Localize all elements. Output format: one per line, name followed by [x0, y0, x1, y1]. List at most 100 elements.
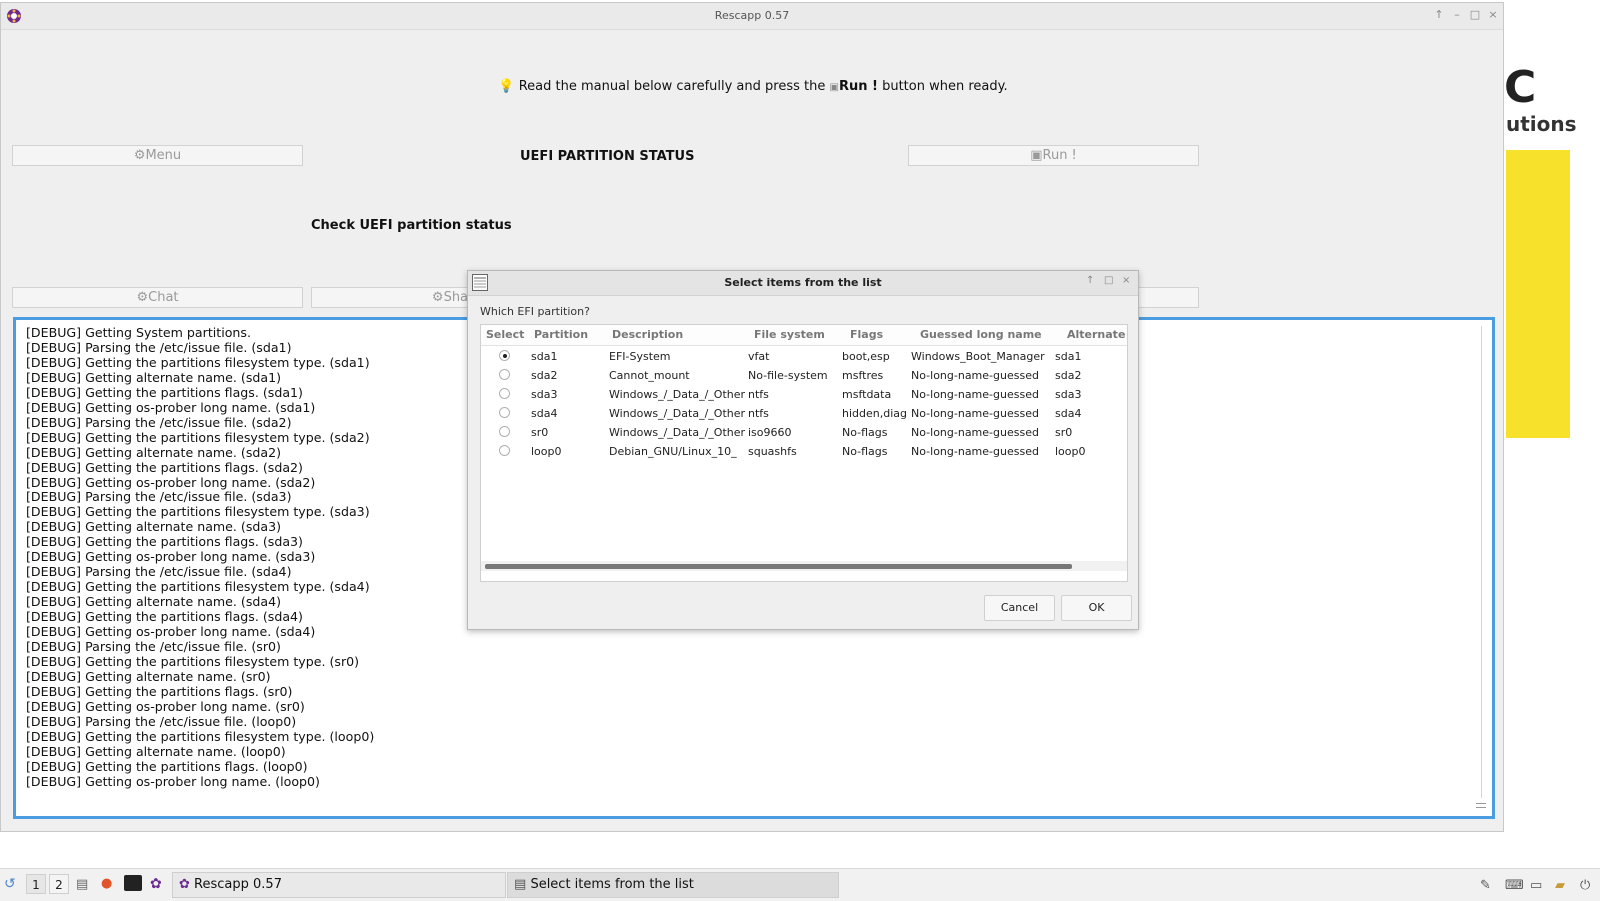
- log-line: [DEBUG] Getting the partitions filesyste…: [26, 579, 370, 595]
- ok-button[interactable]: OK: [1061, 595, 1132, 621]
- power-tray-icon[interactable]: ⏻: [1580, 878, 1590, 893]
- keep-above-button[interactable]: ↑: [1432, 7, 1446, 23]
- background-logo-text: utions: [1506, 112, 1577, 136]
- partition-row[interactable]: sda4 Windows_/_Data_/_Other ntfs hidden,dia…: [481, 404, 1127, 423]
- cell-partition: sr0: [531, 426, 549, 439]
- chat-icon: ⚙: [136, 290, 149, 305]
- workspace-1[interactable]: 1: [26, 874, 46, 894]
- cell-description: Cannot_mount: [609, 369, 690, 382]
- select-radio[interactable]: [499, 445, 510, 456]
- partition-row[interactable]: sr0 Windows_/_Data_/_Other iso9660 No-flags…: [481, 423, 1127, 442]
- header-guessed-long-name[interactable]: Guessed long name: [920, 328, 1042, 341]
- log-line: [DEBUG] Getting os-prober long name. (sd…: [26, 474, 316, 490]
- log-line: [DEBUG] Parsing the /etc/issue file. (sd…: [26, 564, 292, 580]
- dialog-keep-above-icon[interactable]: ↑: [1086, 275, 1094, 286]
- cell-flags: boot,esp: [842, 350, 890, 363]
- select-radio[interactable]: [499, 388, 510, 399]
- keyboard-tray-icon[interactable]: ⌨: [1505, 878, 1524, 893]
- drive-tray-icon[interactable]: ▭: [1530, 878, 1542, 893]
- cell-alternate: sda1: [1055, 350, 1082, 363]
- select-radio[interactable]: [499, 426, 510, 437]
- cell-fs: ntfs: [748, 407, 769, 420]
- header-description[interactable]: Description: [612, 328, 683, 341]
- dialog-titlebar[interactable]: Select items from the list ↑ □ ×: [468, 271, 1138, 296]
- workspace-2[interactable]: 2: [49, 874, 69, 894]
- partition-row[interactable]: sda2 Cannot_mount No-file-system msftres No-…: [481, 366, 1127, 385]
- horizontal-scrollbar-thumb[interactable]: [485, 564, 1072, 569]
- cell-description: Windows_/_Data_/_Other: [609, 388, 746, 401]
- task-rescapp[interactable]: ✿ Rescapp 0.57: [172, 872, 506, 898]
- browser-launcher-icon[interactable]: ●: [101, 876, 112, 891]
- instruction-text: 💡 Read the manual below carefully and pr…: [1, 79, 1505, 94]
- select-radio[interactable]: [499, 369, 510, 380]
- cell-partition: loop0: [531, 445, 562, 458]
- cell-partition: sda1: [531, 350, 558, 363]
- header-flags[interactable]: Flags: [850, 328, 883, 341]
- terminal-launcher-icon[interactable]: [124, 875, 142, 891]
- select-radio[interactable]: [499, 407, 510, 418]
- rescapp-task-icon: ✿: [179, 877, 190, 892]
- cell-partition: sda2: [531, 369, 558, 382]
- cell-flags: msftdata: [842, 388, 892, 401]
- minimize-button[interactable]: –: [1450, 7, 1464, 23]
- folder-tray-icon[interactable]: ▰: [1555, 878, 1565, 893]
- pen-tray-icon[interactable]: ✎: [1480, 878, 1491, 893]
- cell-long-name: No-long-name-guessed: [911, 407, 1039, 420]
- partition-row[interactable]: loop0 Debian_GNU/Linux_10_ squashfs No-flag…: [481, 442, 1127, 461]
- cell-alternate: sda3: [1055, 388, 1082, 401]
- run-icon: ▣: [1030, 148, 1043, 163]
- cancel-button[interactable]: Cancel: [984, 595, 1055, 621]
- cell-fs: No-file-system: [748, 369, 828, 382]
- select-items-dialog: Select items from the list ↑ □ × Which E…: [467, 270, 1139, 630]
- header-select[interactable]: Select: [486, 328, 524, 341]
- header-file-system[interactable]: File system: [754, 328, 825, 341]
- cell-description: Windows_/_Data_/_Other: [609, 407, 746, 420]
- log-line: [DEBUG] Getting System partitions.: [26, 325, 251, 340]
- task-select-items[interactable]: ▤ Select items from the list: [507, 872, 839, 898]
- log-line: [DEBUG] Getting alternate name. (loop0): [26, 743, 286, 759]
- debug-log-text: [DEBUG] Getting System partitions. [DEBUG…: [26, 325, 374, 790]
- header-alternate[interactable]: Alternate: [1067, 328, 1125, 341]
- chat-button[interactable]: ⚙Chat: [12, 287, 303, 308]
- partition-row[interactable]: sda3 Windows_/_Data_/_Other ntfs msftdata No…: [481, 385, 1127, 404]
- select-radio[interactable]: [499, 350, 510, 361]
- dialog-close-icon[interactable]: ×: [1122, 275, 1130, 286]
- log-line: [DEBUG] Getting alternate name. (sda4): [26, 594, 282, 610]
- log-line: [DEBUG] Parsing the /etc/issue file. (sd…: [26, 489, 292, 505]
- cell-flags: msftres: [842, 369, 884, 382]
- maximize-button[interactable]: □: [1468, 7, 1482, 23]
- main-titlebar[interactable]: Rescapp 0.57 ↑ – □ ×: [1, 3, 1503, 30]
- log-line: [DEBUG] Parsing the /etc/issue file. (sr…: [26, 639, 281, 655]
- log-line: [DEBUG] Getting the partitions flags. (s…: [26, 534, 303, 550]
- start-menu-icon[interactable]: ↺: [4, 876, 16, 892]
- cell-alternate: loop0: [1055, 445, 1086, 458]
- menu-icon: ⚙: [133, 148, 146, 163]
- menu-button[interactable]: ⚙Menu: [12, 145, 303, 166]
- instruction-run-label: Run !: [838, 79, 878, 94]
- cell-fs: iso9660: [748, 426, 792, 439]
- run-button[interactable]: ▣Run !: [908, 145, 1199, 166]
- log-scrollbar[interactable]: [1481, 326, 1482, 798]
- cell-long-name: No-long-name-guessed: [911, 369, 1039, 382]
- dialog-question: Which EFI partition?: [480, 305, 590, 318]
- resize-grip-icon[interactable]: [1476, 803, 1486, 808]
- file-manager-launcher-icon[interactable]: ▤: [76, 877, 88, 892]
- cell-description: Windows_/_Data_/_Other: [609, 426, 746, 439]
- cell-long-name: No-long-name-guessed: [911, 426, 1039, 439]
- header-partition[interactable]: Partition: [534, 328, 588, 341]
- share-icon: ⚙: [431, 290, 444, 305]
- cell-flags: No-flags: [842, 445, 888, 458]
- rescapp-launcher-icon[interactable]: ✿: [150, 876, 162, 892]
- log-line: [DEBUG] Getting the partitions flags. (s…: [26, 459, 303, 475]
- close-button[interactable]: ×: [1486, 7, 1500, 23]
- run-button-label: Run !: [1042, 148, 1077, 163]
- partition-row[interactable]: sda1 EFI-System vfat boot,esp Windows_Boot_M…: [481, 347, 1127, 366]
- list-task-icon: ▤: [514, 877, 527, 892]
- dialog-maximize-icon[interactable]: □: [1104, 275, 1113, 286]
- instruction-prefix: Read the manual below carefully and pres…: [518, 79, 826, 94]
- cell-partition: sda3: [531, 388, 558, 401]
- cell-alternate: sda2: [1055, 369, 1082, 382]
- cell-flags: No-flags: [842, 426, 888, 439]
- list-header: Select Partition Description File system…: [481, 325, 1127, 346]
- log-line: [DEBUG] Getting the partitions filesyste…: [26, 653, 360, 669]
